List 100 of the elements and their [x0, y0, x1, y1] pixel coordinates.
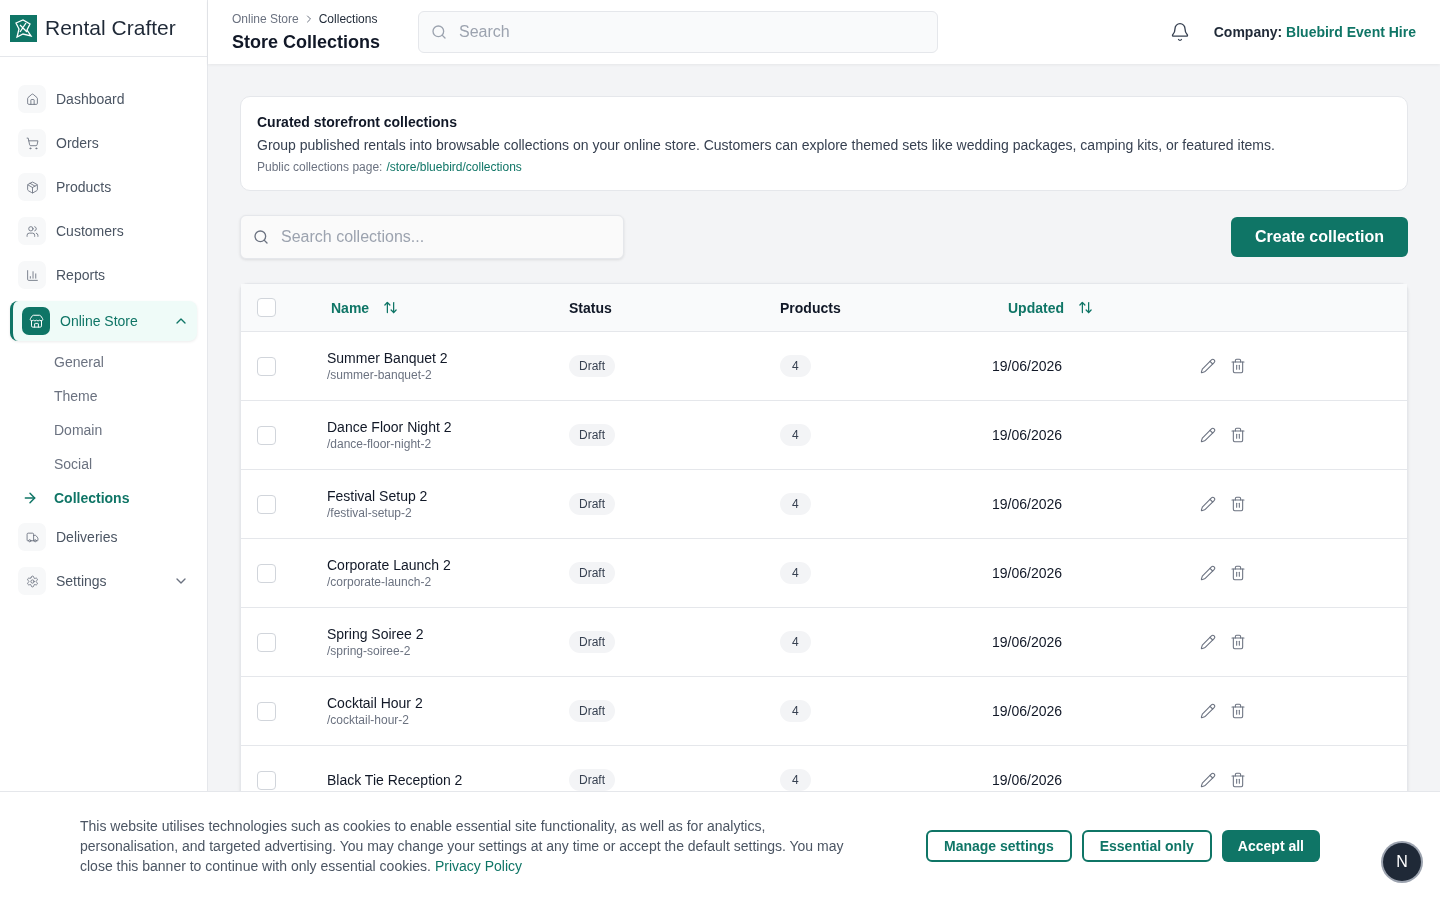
status-tag: Draft: [569, 493, 615, 515]
search-input[interactable]: Search collections...: [279, 227, 611, 247]
sidebar-subitem[interactable]: General: [10, 345, 197, 379]
gear-icon: [18, 567, 46, 595]
bar-chart-icon: [18, 261, 46, 289]
product-count: 4: [780, 631, 811, 653]
trash-icon[interactable]: [1230, 427, 1246, 443]
edit-icon[interactable]: [1200, 703, 1216, 719]
checkbox[interactable]: [257, 632, 276, 652]
updated-date: 19/06/2026: [991, 772, 1064, 788]
column-header[interactable]: Updated: [986, 299, 1196, 316]
status-tag: Draft: [569, 355, 615, 377]
sidebar-item[interactable]: Online Store: [10, 301, 197, 341]
trash-icon[interactable]: [1230, 634, 1246, 650]
bell-icon[interactable]: [1169, 22, 1190, 42]
collection-slug: /summer-banquet-2: [327, 368, 433, 382]
privacy-policy-link[interactable]: Privacy Policy: [434, 858, 522, 874]
collection-slug: /cocktail-hour-2: [327, 713, 411, 727]
status-tag: Draft: [569, 562, 615, 584]
updated-date: 19/06/2026: [991, 358, 1064, 374]
collection-slug: /corporate-launch-2: [327, 575, 433, 589]
checkbox[interactable]: [257, 494, 276, 514]
collections-link[interactable]: /store/bluebird/collections: [386, 160, 522, 174]
edit-icon[interactable]: [1200, 634, 1216, 650]
column-header[interactable]: Name: [309, 299, 559, 316]
collection-name: Festival Setup 2: [327, 488, 429, 504]
sidebar-subitem[interactable]: Theme: [10, 379, 197, 413]
trash-icon[interactable]: [1230, 358, 1246, 374]
sidebar-item[interactable]: Customers: [10, 209, 197, 253]
search-bar[interactable]: Search: [418, 11, 939, 53]
status-tag: Draft: [569, 631, 615, 653]
search-bar[interactable]: Search collections...: [240, 215, 624, 259]
product-count: 4: [780, 424, 811, 446]
cookie-button[interactable]: Manage settings: [926, 830, 1072, 862]
sidebar-item[interactable]: Products: [10, 165, 197, 209]
status-tag: Draft: [569, 769, 615, 791]
sidebar-item[interactable]: Orders: [10, 121, 197, 165]
logo-icon: [10, 14, 37, 42]
status-tag: Draft: [569, 700, 615, 722]
store-icon: [22, 307, 50, 335]
sidebar-item[interactable]: Deliveries: [10, 515, 197, 559]
avatar[interactable]: N: [1383, 843, 1421, 881]
package-icon: [18, 173, 46, 201]
cookie-text: This website utilises technologies such as cookies to enable essential site functionality, as well as for analytics, personalisation, and targeted advertising. You may change your settings at any time or accept the default settings. You may close this banner to continue with only essential cookies. Privacy Policy: [80, 817, 845, 876]
checkbox[interactable]: [257, 425, 276, 445]
trash-icon[interactable]: [1230, 703, 1246, 719]
sidebar-subitem[interactable]: Collections: [10, 481, 197, 515]
sidebar-subitem[interactable]: Social: [10, 447, 197, 481]
updated-date: 19/06/2026: [991, 496, 1064, 512]
breadcrumb-link[interactable]: Online Store: [232, 11, 299, 26]
collection-name: Dance Floor Night 2: [327, 419, 453, 435]
collection-name: Summer Banquet 2: [327, 350, 449, 366]
product-count: 4: [780, 355, 811, 377]
updated-date: 19/06/2026: [991, 565, 1064, 581]
card-description: Group published rentals into browsable collections on your online store. Customers can explore themed sets like wedding packages, camping kits, or featured items.: [257, 137, 1276, 153]
page-title: Store Collections: [232, 31, 381, 53]
breadcrumb-link[interactable]: Collections: [318, 11, 378, 26]
card-title: Curated storefront collections: [257, 114, 458, 130]
edit-icon[interactable]: [1200, 565, 1216, 581]
sidebar-item[interactable]: Dashboard: [10, 77, 197, 121]
collection-name: Corporate Launch 2: [327, 557, 452, 573]
edit-icon[interactable]: [1200, 427, 1216, 443]
column-header: Products: [779, 299, 842, 316]
search-icon: [431, 24, 448, 40]
create-collection-button[interactable]: Create collection: [1231, 217, 1408, 257]
collection-name: Black Tie Reception 2: [327, 772, 464, 788]
sort-icon: [1078, 300, 1093, 315]
link-label: Public collections page:: [257, 160, 383, 174]
edit-icon[interactable]: [1200, 496, 1216, 512]
company-name: Company: Bluebird Event Hire: [1213, 24, 1416, 40]
product-count: 4: [780, 769, 811, 791]
collection-slug: /festival-setup-2: [327, 506, 413, 520]
trash-icon[interactable]: [1230, 565, 1246, 581]
edit-icon[interactable]: [1200, 772, 1216, 788]
brand-name: Rental Crafter: [45, 16, 176, 40]
edit-icon[interactable]: [1200, 358, 1216, 374]
checkbox[interactable]: [257, 701, 276, 721]
trash-icon[interactable]: [1230, 772, 1246, 788]
search-input[interactable]: Search: [457, 22, 926, 42]
trash-icon[interactable]: [1230, 496, 1246, 512]
sort-icon: [383, 300, 399, 315]
sidebar-item[interactable]: Reports: [10, 253, 197, 297]
status-tag: Draft: [569, 424, 615, 446]
accept-button[interactable]: Accept all: [1221, 830, 1320, 862]
cookie-button[interactable]: Essential only: [1081, 830, 1212, 862]
users-icon: [18, 217, 46, 245]
search-icon: [253, 229, 269, 245]
collection-slug: /dance-floor-night-2: [327, 437, 433, 451]
sidebar-item[interactable]: Settings: [10, 559, 197, 603]
sidebar-subitem[interactable]: Domain: [10, 413, 197, 447]
checkbox[interactable]: [257, 563, 276, 583]
checkbox[interactable]: [257, 356, 276, 376]
product-count: 4: [780, 562, 811, 584]
cart-icon: [18, 129, 46, 157]
checkbox[interactable]: [257, 770, 276, 790]
product-count: 4: [780, 493, 811, 515]
updated-date: 19/06/2026: [991, 634, 1064, 650]
column-header: Status: [568, 299, 613, 316]
checkbox[interactable]: [257, 298, 276, 317]
house-icon: [18, 85, 46, 113]
